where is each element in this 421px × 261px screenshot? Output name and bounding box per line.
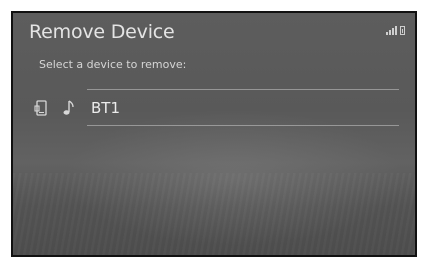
music-icon: [61, 99, 75, 117]
list-divider: [87, 89, 399, 90]
list-divider: [87, 125, 399, 126]
signal-icon: [386, 26, 397, 35]
battery-icon: [400, 26, 405, 35]
remove-device-screen: Remove Device Select a device to remove:: [11, 11, 417, 257]
instruction-text: Select a device to remove:: [39, 58, 187, 71]
page-title: Remove Device: [29, 21, 175, 43]
phone-icon: [33, 99, 51, 117]
screen-glare: [13, 173, 415, 255]
status-bar: [386, 25, 405, 35]
device-row-bt1[interactable]: BT1: [29, 92, 403, 124]
device-name: BT1: [91, 99, 120, 117]
